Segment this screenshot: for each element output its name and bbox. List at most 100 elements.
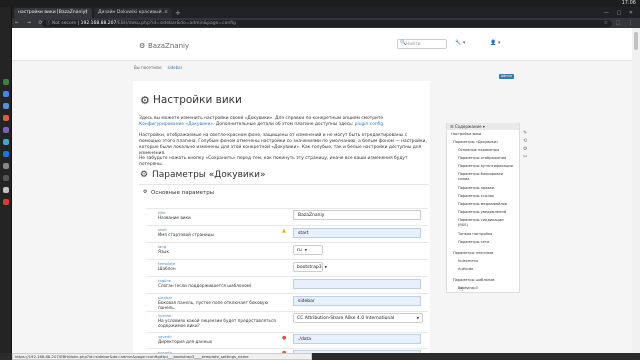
scrollbar-thumb[interactable]	[634, 32, 638, 50]
lang-select[interactable]: ru ▼	[293, 245, 323, 255]
toc-item[interactable]: Параметры блокировки спама	[458, 172, 514, 182]
status-bar: https://192.168.88.207/ЕВН/doku.php?id=s…	[12, 353, 312, 360]
toc-item[interactable]: Authpdo	[458, 267, 473, 271]
row-divider	[146, 208, 428, 209]
toc-item[interactable]: Параметры уведомлений	[458, 210, 506, 214]
toc-item[interactable]: Параметры правки	[458, 186, 494, 190]
window-controls[interactable]: — ▢ ✕	[604, 8, 636, 18]
user-menu[interactable]: 👤 ▾	[490, 40, 500, 46]
site-logo[interactable]: BazaZnaniy	[148, 42, 189, 50]
toc-item[interactable]: Тонкая настройка	[458, 232, 492, 236]
edit-icon[interactable]: ✎	[523, 129, 527, 137]
basedir-field[interactable]	[293, 350, 421, 353]
site-header	[12, 28, 632, 61]
toc-item[interactable]: Настройки вики	[451, 132, 481, 136]
template-select[interactable]: bootstrap3 ▼	[293, 262, 327, 272]
toc-item[interactable]: Параметры шаблонов	[453, 278, 495, 282]
setting-label: Боковая панель, пустое поле отключает бо…	[158, 300, 268, 310]
toc-item[interactable]: Параметры медиафайлов	[458, 202, 507, 206]
chevron-down-icon: ▼	[416, 316, 419, 320]
row-divider	[146, 242, 428, 243]
gear-icon: ⚙	[143, 189, 148, 195]
config-docs-link[interactable]: Конфигурирование «Докувики»	[139, 122, 213, 127]
tagline-field[interactable]	[293, 279, 421, 289]
toc-item[interactable]: Параметры отображения	[458, 156, 506, 160]
breadcrumb-link[interactable]: sidebar	[167, 65, 182, 70]
toc-item[interactable]: Параметры аутентификации	[458, 164, 513, 168]
web-page: ⚙ BazaZnaniy Найти 🔍 🔧 ▾ 👤 ▾ Вы посетили…	[12, 28, 632, 353]
savedir-field[interactable]: ./data	[293, 334, 421, 344]
intro-tail: . Дополнительные детали об этом плагине …	[213, 122, 354, 127]
os-clock: 17:06	[621, 0, 636, 6]
messenger-icon[interactable]	[3, 139, 9, 145]
plugin-config-link[interactable]: plugin:config	[355, 122, 384, 127]
tab-title: настройки вики [BazaZnaniy]	[18, 10, 87, 15]
error-icon: ●	[282, 335, 287, 341]
license-select[interactable]: CC Attribution-Share Alike 4.0 Internati…	[293, 313, 423, 323]
app-icon[interactable]	[3, 187, 9, 193]
colors-paragraph: Настройки, отображаемые на светло-красно…	[139, 133, 427, 156]
scissors-icon[interactable]: ✂	[523, 153, 527, 161]
gear-icon[interactable]: ⚙	[523, 145, 527, 153]
files-icon[interactable]	[3, 103, 9, 109]
revisions-icon[interactable]: ⟲	[523, 137, 527, 145]
app-icon[interactable]	[3, 115, 9, 121]
gears-icon: ⚙	[140, 94, 150, 107]
search-icon: 🔍	[400, 40, 407, 46]
section-title: Параметры «Докувики»	[152, 170, 266, 180]
toc-item[interactable]: Параметры «Докувики»	[453, 140, 498, 144]
admin-badge: admin	[499, 74, 514, 79]
save-reminder: Не забудьте нажать кнопку «Сохранить» пе…	[139, 156, 408, 167]
sidebar-field[interactable]: sidebar	[293, 296, 421, 306]
lang-value: ru	[297, 248, 302, 253]
row-divider	[146, 276, 428, 277]
setting-label: Шаблон	[158, 266, 176, 271]
warning-icon: ▲	[282, 228, 286, 234]
start-field[interactable]: start	[293, 228, 421, 238]
breadcrumb: Вы посетили: sidebar	[134, 65, 182, 70]
security-indicator[interactable]: ⓘ Not secure	[46, 21, 76, 26]
tab[interactable]: ✕ Дизайн Dokuwiki красивый ...	[94, 8, 172, 18]
row-divider	[146, 225, 428, 226]
row-divider	[146, 348, 428, 349]
app-icon[interactable]	[3, 199, 9, 205]
title-field[interactable]: BazaZnaniy	[293, 210, 421, 220]
breadcrumb-prefix: Вы посетили:	[134, 65, 163, 70]
license-value: CC Attribution-Share Alike 4.0 Internati…	[297, 316, 395, 321]
tab-active[interactable]: ✕ настройки вики [BazaZnaniy]	[14, 8, 92, 18]
new-tab-button[interactable]: +	[175, 8, 181, 18]
page-title: Настройки вики	[153, 94, 242, 106]
toc-item[interactable]: Параметры синдикации (RSS)	[458, 218, 514, 228]
chrome-icon[interactable]	[3, 151, 9, 157]
intro-paragraph: Здесь вы можете изменить настройки своей…	[139, 116, 429, 128]
editor-icon[interactable]	[3, 127, 9, 133]
extension-icons[interactable]: ☆ ⬚ ⋮	[604, 18, 636, 28]
address-bar: ← → ⟳ ⓘ Not secure | 192.168.88.207/ЕВН/…	[12, 18, 640, 28]
template-value: bootstrap3	[297, 265, 322, 270]
toc-header[interactable]: ☰ Содержание ▾	[447, 123, 519, 130]
logo-icon[interactable]: ⚙	[139, 42, 145, 50]
scrollbar[interactable]	[632, 28, 640, 353]
toc-item[interactable]: Indexmenu	[458, 259, 478, 263]
setting-label: Директория для данных	[158, 339, 213, 344]
url-field[interactable]: ⓘ Not secure | 192.168.88.207/ЕВН/doku.p…	[42, 19, 612, 27]
tools-menu[interactable]: 🔧 ▾	[455, 40, 465, 46]
app-icon[interactable]	[3, 175, 9, 181]
toc-item[interactable]: Параметры сети	[458, 240, 489, 244]
subsection-title: Основные параметры	[151, 190, 215, 196]
row-divider	[146, 332, 428, 333]
setting-label: На условиях какой лицензии будет предост…	[158, 318, 276, 328]
toc-item[interactable]: Основные параметры	[458, 148, 499, 152]
chevron-down-icon: ▼	[324, 265, 327, 269]
intro-text: Здесь вы можете изменить настройки своей…	[139, 116, 384, 121]
terminal-icon[interactable]	[3, 79, 9, 85]
setting-label: Слоган (если поддерживается шаблоном)	[158, 283, 252, 288]
page-tools: ✎ ⟲ ⚙ ✂	[523, 129, 527, 161]
mouse-pointer-icon: ☝	[459, 285, 464, 293]
url-host: 192.168.88.207	[80, 20, 117, 26]
browser-icon[interactable]	[3, 91, 9, 97]
settings-icon[interactable]	[3, 163, 9, 169]
toc-item[interactable]: Параметры плагинов	[453, 251, 493, 255]
setting-label: Язык	[158, 249, 169, 254]
toc-item[interactable]: Параметры ссылок	[458, 194, 494, 198]
